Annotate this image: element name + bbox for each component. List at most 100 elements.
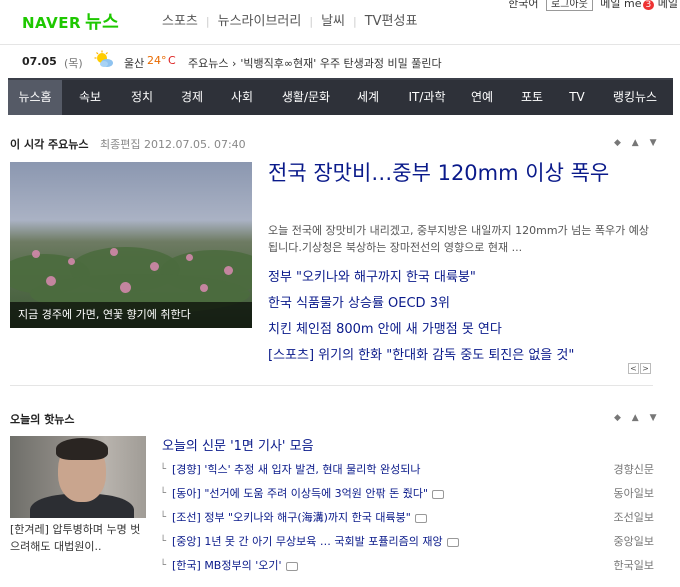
portrait-photo[interactable]	[10, 436, 146, 518]
article-link[interactable]: [동아] "선거에 도움 주려 이상득에 3억원 안팎 돈 줬다"	[172, 485, 445, 503]
pager-next-button[interactable]: >	[640, 363, 651, 374]
article-link[interactable]: [경향] '힉스' 추정 새 입자 발견, 현대 물리학 완성되나	[172, 461, 421, 479]
top-news-list: 정부 "오키나와 해구까지 한국 대륙붕" 한국 식품물가 상승률 OECD 3…	[268, 268, 668, 372]
date: 07.05	[22, 55, 57, 68]
tab-economy[interactable]: 경제	[172, 80, 212, 115]
table-row: └ [경향] '힉스' 추정 새 입자 발견, 현대 물리학 완성되나 경향신문	[160, 461, 658, 485]
tab-ranking[interactable]: 랭킹뉴스	[602, 80, 668, 115]
photo-caption[interactable]: 지금 경주에 가면, 연꽃 향기에 취한다	[10, 302, 252, 328]
list-item[interactable]: 정부 "오키나와 해구까지 한국 대륙붕"	[268, 268, 668, 294]
top-nav-weather[interactable]: 날씨	[321, 14, 345, 29]
photo-shape	[200, 284, 208, 292]
list-marker-icon: └	[160, 464, 167, 475]
list-item[interactable]: 치킨 체인점 800m 안에 새 가맹점 못 연다	[268, 320, 668, 346]
main-headline[interactable]: 전국 장맛비…중부 120mm 이상 폭우	[268, 159, 656, 187]
tab-politics[interactable]: 정치	[122, 80, 162, 115]
mail-link[interactable]: 메일	[600, 0, 620, 10]
tab-world[interactable]: 세계	[348, 80, 388, 115]
list-item[interactable]: 한국 식품물가 상승률 OECD 3위	[268, 294, 668, 320]
main-nav: 뉴스홈 속보 정치 경제 사회 생활/문화 세계 IT/과학 연예 포토 TV …	[8, 78, 673, 115]
weather-city[interactable]: 울산	[124, 55, 144, 71]
article-source[interactable]: 한국일보	[614, 557, 654, 575]
photo-shape	[110, 248, 118, 256]
list-marker-icon: └	[160, 536, 167, 547]
hot-news-title: 오늘의 핫뉴스	[10, 413, 75, 426]
photo-shape	[120, 282, 131, 293]
nav-separator: |	[352, 15, 357, 28]
article-link[interactable]: [한국] MB정부의 '오기'	[172, 557, 298, 575]
portrait-caption[interactable]: [한겨레] 압투병하며 누명 벗으려해도 대법원이..	[10, 521, 150, 555]
section-controls[interactable]: ◆ ▲ ▼	[614, 138, 661, 148]
info-bar: 07.05 (목) 울산 24° C 주요뉴스 › '빅뱅직후∞현재' 우주 탄생…	[0, 44, 680, 76]
photo-shape	[56, 438, 108, 460]
photo-shape	[150, 262, 159, 271]
ticker-label: 주요뉴스 ›	[188, 57, 237, 70]
tab-it-science[interactable]: IT/과학	[402, 80, 452, 115]
article-title: [경향] '힉스' 추정 새 입자 발견, 현대 물리학 완성되나	[172, 463, 421, 476]
naver-logo[interactable]: NAVER 뉴스	[22, 8, 119, 34]
section-divider	[10, 385, 653, 386]
article-source[interactable]: 경향신문	[614, 461, 654, 479]
top-nav-library[interactable]: 뉴스라이브러리	[218, 14, 302, 29]
me-link[interactable]: me	[624, 0, 641, 10]
tab-breaking[interactable]: 속보	[70, 80, 110, 115]
nav-separator: |	[309, 15, 314, 28]
article-source[interactable]: 조선일보	[614, 509, 654, 527]
mail-link-2[interactable]: 메일	[658, 0, 678, 10]
partly-sunny-icon[interactable]	[94, 50, 114, 70]
photo-shape	[46, 276, 56, 286]
top-nav-sports[interactable]: 스포츠	[162, 14, 198, 29]
article-link[interactable]: [조선] 정부 "오키나와 해구(海溝)까지 한국 대륙붕"	[172, 509, 427, 527]
table-row: └ [동아] "선거에 도움 주려 이상득에 3억원 안팎 돈 줬다" 동아일보	[160, 485, 658, 509]
camera-icon	[414, 513, 427, 523]
article-link[interactable]: [중앙] 1년 못 간 아기 무상보육 … 국회발 포퓰리즘의 재앙	[172, 533, 459, 551]
top-bar: NAVER 뉴스 스포츠 | 뉴스라이브러리 | 날씨 | TV편성표 한국어 로그아웃 메일…	[0, 0, 680, 38]
article-title: [중앙] 1년 못 간 아기 무상보육 … 국회발 포퓰리즘의 재앙	[172, 535, 443, 548]
photo-shape	[186, 254, 193, 261]
table-row: └ [중앙] 1년 못 간 아기 무상보육 … 국회발 포퓰리즘의 재앙 중앙일…	[160, 533, 658, 557]
photo-shape	[224, 266, 233, 275]
tab-life-culture[interactable]: 생활/문화	[276, 80, 336, 115]
logo-text: NAVER	[22, 14, 82, 32]
ticker-text: '빅뱅직후∞현재' 우주 탄생과정 비밀 풀린다	[240, 57, 442, 70]
logout-button[interactable]: 로그아웃	[545, 0, 593, 11]
tab-society[interactable]: 사회	[222, 80, 262, 115]
section-controls[interactable]: ◆ ▲ ▼	[614, 413, 661, 423]
article-source[interactable]: 동아일보	[614, 485, 654, 503]
front-page-title[interactable]: 오늘의 신문 '1면 기사' 모음	[162, 435, 314, 454]
day-of-week: (목)	[64, 57, 83, 70]
photo-shape	[68, 258, 75, 265]
tab-entertainment[interactable]: 연예	[462, 80, 502, 115]
article-source[interactable]: 중앙일보	[614, 533, 654, 551]
article-title: [한국] MB정부의 '오기'	[172, 559, 282, 572]
tab-tv[interactable]: TV	[560, 80, 594, 115]
weather-temp: 24°	[147, 54, 167, 67]
top-nav-tv[interactable]: TV편성표	[365, 14, 418, 29]
main-summary[interactable]: 오늘 전국에 장맛비가 내리겠고, 중부지방은 내일까지 120mm가 넘는 폭…	[268, 222, 656, 256]
me-badge: 3	[642, 0, 655, 10]
camera-icon	[285, 561, 298, 571]
tab-photo[interactable]: 포토	[512, 80, 552, 115]
article-title: [조선] 정부 "오키나와 해구(海溝)까지 한국 대륙붕"	[172, 511, 411, 524]
last-edited: 최종편집 2012.07.05. 07:40	[100, 138, 246, 151]
language-link[interactable]: 한국어	[508, 0, 538, 10]
camera-icon	[432, 489, 445, 499]
nav-separator: |	[205, 15, 210, 28]
top-nav: 스포츠 | 뉴스라이브러리 | 날씨 | TV편성표	[162, 10, 417, 29]
temp-unit: C	[168, 54, 176, 67]
list-item[interactable]: [스포츠] 위기의 한화 "한대화 감독 중도 퇴진은 없을 것"	[268, 346, 668, 372]
list-marker-icon: └	[160, 488, 167, 499]
list-marker-icon: └	[160, 560, 167, 571]
list-marker-icon: └	[160, 512, 167, 523]
front-page-list: └ [경향] '힉스' 추정 새 입자 발견, 현대 물리학 완성되나 경향신문…	[160, 461, 658, 581]
service-name: 뉴스	[85, 12, 120, 33]
table-row: └ [조선] 정부 "오키나와 해구(海溝)까지 한국 대륙붕" 조선일보	[160, 509, 658, 533]
pager-prev-button[interactable]: <	[628, 363, 639, 374]
lotus-photo[interactable]: 지금 경주에 가면, 연꽃 향기에 취한다	[10, 162, 252, 328]
headline-ticker[interactable]: 주요뉴스 › '빅뱅직후∞현재' 우주 탄생과정 비밀 풀린다	[188, 55, 442, 71]
camera-icon	[446, 537, 459, 547]
account-links: 한국어 로그아웃 메일 me 3 메일	[508, 0, 678, 11]
table-row: └ [한국] MB정부의 '오기' 한국일보	[160, 557, 658, 581]
top-news-title: 이 시각 주요뉴스	[10, 138, 89, 151]
tab-news-home[interactable]: 뉴스홈	[8, 80, 62, 115]
